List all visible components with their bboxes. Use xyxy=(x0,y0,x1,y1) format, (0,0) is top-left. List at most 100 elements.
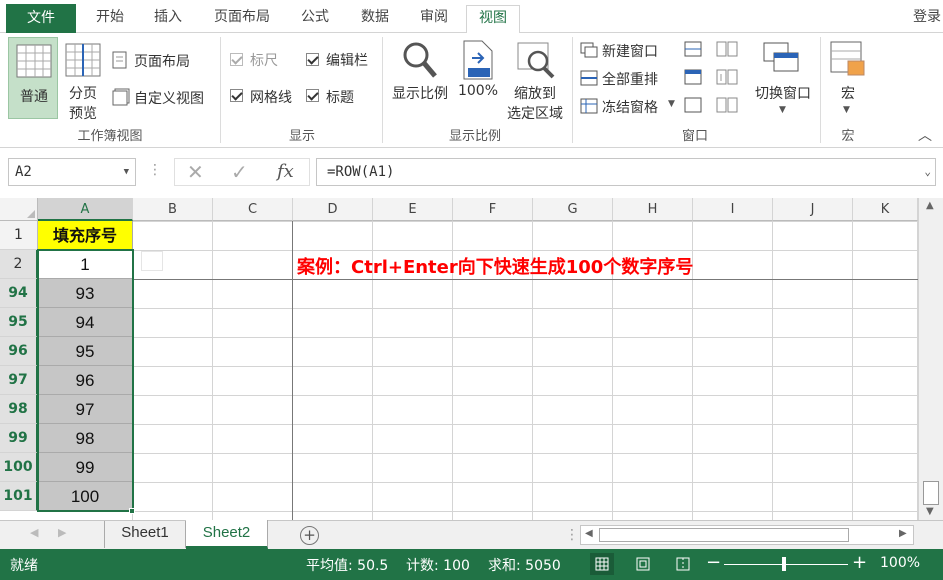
login-link[interactable]: 登录 xyxy=(913,6,941,26)
tab-split-dots-icon[interactable]: ⋮ xyxy=(565,527,579,543)
vertical-scrollbar[interactable]: ▲ ▼ xyxy=(918,198,943,520)
gridlines-checkbox[interactable] xyxy=(230,89,243,102)
zoom-button[interactable]: 显示比例 xyxy=(388,37,452,119)
row-header[interactable]: 97 xyxy=(0,366,38,395)
zoom-out-icon[interactable]: − xyxy=(706,552,721,573)
expand-formula-bar-icon[interactable]: ⌄ xyxy=(924,159,931,185)
hide-window-icon[interactable] xyxy=(684,69,702,85)
normal-view-button[interactable]: 普通 xyxy=(8,37,58,119)
arrange-all-button[interactable]: 全部重排 xyxy=(580,69,680,89)
header-cell-a1[interactable]: 填充序号 xyxy=(38,221,133,250)
split-icon[interactable] xyxy=(684,41,702,57)
zoom-selection-button[interactable]: 缩放到 选定区域 xyxy=(504,37,566,123)
row-header[interactable]: 1 xyxy=(0,221,38,250)
normal-view-status-button[interactable] xyxy=(590,553,614,575)
active-cell-a2[interactable]: 1 xyxy=(38,250,133,279)
sheet-tab-sheet2[interactable]: Sheet2 xyxy=(186,520,268,549)
formula-input[interactable]: =ROW(A1) ⌄ xyxy=(316,158,936,186)
table-cell[interactable]: 97 xyxy=(38,395,133,424)
column-header-e[interactable]: E xyxy=(373,198,453,221)
zoom-100-button[interactable]: 100% xyxy=(456,37,500,119)
worksheet-grid[interactable]: ABCDEFGHIJK 1 2 94 95 96 97 98 99 100 101 填充序号 1 93… xyxy=(0,198,943,520)
page-break-preview-button[interactable]: 分页 预览 xyxy=(62,37,104,122)
tab-data[interactable]: 数据 xyxy=(350,5,400,33)
scroll-left-icon[interactable]: ◀ xyxy=(585,528,593,539)
tab-page-layout[interactable]: 页面布局 xyxy=(204,5,280,33)
table-cell[interactable]: 93 xyxy=(38,279,133,308)
formula-input-value: =ROW(A1) xyxy=(327,164,395,180)
tab-view[interactable]: 视图 xyxy=(466,5,520,34)
page-break-status-icon[interactable] xyxy=(676,557,690,571)
grid-view-icon xyxy=(595,557,609,571)
zoom-slider-thumb[interactable] xyxy=(782,557,786,571)
row-header[interactable]: 94 xyxy=(0,279,38,308)
sync-scroll-icon[interactable] xyxy=(716,69,738,85)
column-header-c[interactable]: C xyxy=(213,198,293,221)
scroll-right-icon[interactable]: ▶ xyxy=(899,528,907,539)
page-layout-status-icon[interactable] xyxy=(636,557,650,571)
scrollbar-thumb[interactable] xyxy=(923,481,939,505)
view-side-by-side-icon[interactable] xyxy=(716,41,738,57)
reset-position-icon[interactable] xyxy=(716,97,738,113)
zoom-slider-track[interactable] xyxy=(724,564,848,565)
row-header[interactable]: 95 xyxy=(0,308,38,337)
table-cell[interactable]: 99 xyxy=(38,453,133,482)
column-header-b[interactable]: B xyxy=(133,198,213,221)
freeze-panes-icon xyxy=(580,98,598,114)
column-header-h[interactable]: H xyxy=(613,198,693,221)
table-cell[interactable]: 94 xyxy=(38,308,133,337)
scroll-down-icon[interactable]: ▼ xyxy=(926,506,934,517)
row-header[interactable]: 100 xyxy=(0,453,38,482)
table-cell[interactable]: 95 xyxy=(38,337,133,366)
cancel-icon[interactable]: ✕ xyxy=(187,160,204,184)
row-header[interactable]: 101 xyxy=(0,482,38,511)
page-layout-icon xyxy=(112,51,127,69)
tab-insert[interactable]: 插入 xyxy=(144,5,192,33)
collapse-ribbon-icon[interactable]: ︿ xyxy=(918,125,932,145)
formula-bar-checkbox[interactable] xyxy=(306,53,319,66)
insert-function-icon[interactable]: fx xyxy=(277,161,294,182)
table-cell[interactable]: 100 xyxy=(38,482,133,511)
add-sheet-icon[interactable]: + xyxy=(300,526,319,545)
scroll-up-icon[interactable]: ▲ xyxy=(926,200,934,211)
column-header-f[interactable]: F xyxy=(453,198,533,221)
tab-formulas[interactable]: 公式 xyxy=(290,5,340,33)
fill-handle[interactable] xyxy=(129,508,135,514)
group-macros-label: 宏 xyxy=(841,129,855,144)
next-sheet-icon[interactable]: ▶ xyxy=(58,526,66,539)
table-cell[interactable]: 96 xyxy=(38,366,133,395)
new-window-button[interactable]: 新建窗口 xyxy=(580,41,680,61)
ruler-checkbox[interactable] xyxy=(230,53,243,66)
column-header-j[interactable]: J xyxy=(773,198,853,221)
zoom-level[interactable]: 100% xyxy=(880,555,920,571)
tab-review[interactable]: 审阅 xyxy=(410,5,458,33)
table-cell[interactable]: 98 xyxy=(38,424,133,453)
unhide-window-icon[interactable] xyxy=(684,97,702,113)
column-header-g[interactable]: G xyxy=(533,198,613,221)
zoom-in-icon[interactable]: + xyxy=(852,552,867,573)
name-box[interactable]: A2 ▼ xyxy=(8,158,136,186)
macros-button[interactable]: 宏 ▼ xyxy=(826,37,870,121)
tab-file[interactable]: 文件 xyxy=(6,4,76,33)
freeze-panes-button[interactable]: 冻结窗格 ▼ xyxy=(580,97,680,117)
sheet-tab-sheet1[interactable]: Sheet1 xyxy=(104,521,186,548)
row-header[interactable]: 99 xyxy=(0,424,38,453)
column-header-i[interactable]: I xyxy=(693,198,773,221)
tab-home[interactable]: 开始 xyxy=(86,5,134,33)
column-header-d[interactable]: D xyxy=(293,198,373,221)
group-show-label: 显示 xyxy=(288,129,315,144)
custom-views-button[interactable]: 自定义视图 xyxy=(112,86,220,108)
column-header-k[interactable]: K xyxy=(853,198,918,221)
row-header[interactable]: 98 xyxy=(0,395,38,424)
headings-checkbox[interactable] xyxy=(306,89,319,102)
h-scrollbar-thumb[interactable] xyxy=(599,528,849,542)
column-header-a[interactable]: A xyxy=(38,198,133,221)
horizontal-scrollbar[interactable]: ◀ ▶ xyxy=(580,525,914,545)
row-header[interactable]: 96 xyxy=(0,337,38,366)
enter-icon[interactable]: ✓ xyxy=(231,160,248,184)
page-layout-view-button[interactable]: 页面布局 xyxy=(112,49,212,71)
switch-windows-button[interactable]: 切换窗口 ▼ xyxy=(748,37,818,121)
prev-sheet-icon[interactable]: ◀ xyxy=(30,526,38,539)
quick-analysis-icon[interactable] xyxy=(141,251,163,271)
row-header[interactable]: 2 xyxy=(0,250,38,279)
